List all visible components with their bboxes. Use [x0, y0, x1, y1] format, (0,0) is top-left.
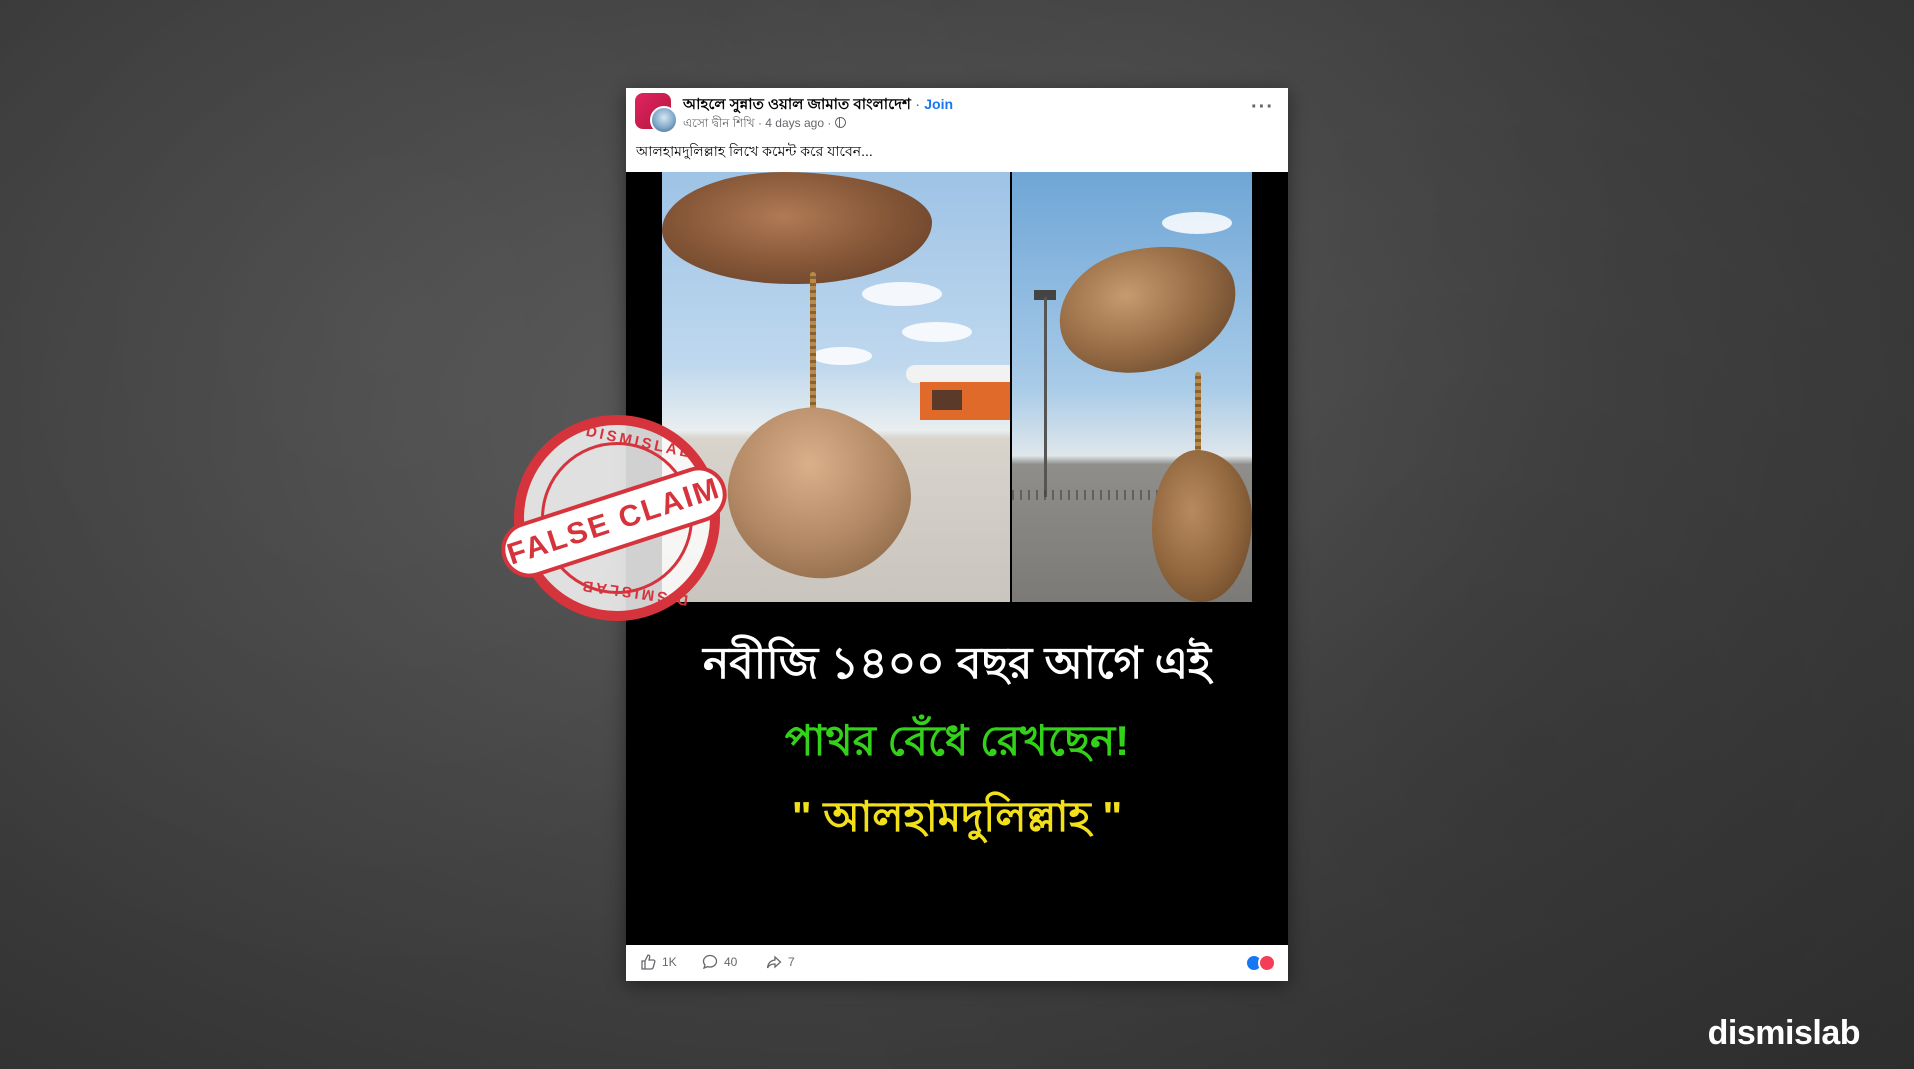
separator-dot: · [757, 116, 762, 130]
join-button[interactable]: Join [924, 96, 953, 112]
comment-icon [702, 954, 718, 970]
separator-dot: · [827, 116, 832, 130]
comment-count: 40 [724, 955, 738, 969]
like-count: 1K [662, 955, 677, 969]
post-header: আহলে সুন্নাত ওয়াল জামাত বাংলাদেশ · Join… [626, 88, 1288, 172]
share-count: 7 [788, 955, 795, 969]
post-footer: 1K 40 7 [626, 945, 1288, 981]
photo-right [1012, 172, 1252, 602]
like-button[interactable]: 1K [640, 954, 677, 970]
group-name[interactable]: আহলে সুন্নাত ওয়াল জামাত বাংলাদেশ [683, 96, 911, 113]
love-reaction-icon [1258, 954, 1276, 972]
author-avatar[interactable] [650, 106, 678, 134]
false-claim-stamp: DISMISLAB DISMISLAB FALSE CLAIM [494, 412, 734, 630]
share-icon [766, 955, 782, 969]
comment-button[interactable]: 40 [702, 954, 737, 970]
separator-dot: · [915, 96, 921, 113]
image-text-line2: পাথর বেঁধে রেখছেন! [784, 717, 1130, 764]
post-time[interactable]: 4 days ago [765, 116, 824, 130]
street-light [1044, 297, 1047, 497]
image-text-line3: " আলহামদুলিল্লাহ " [791, 793, 1123, 840]
share-button[interactable]: 7 [766, 954, 795, 970]
kiosk [906, 365, 1010, 383]
author-name[interactable]: এসো দ্বীন শিখি [683, 116, 755, 130]
like-icon [641, 954, 656, 970]
reaction-icons[interactable] [1245, 954, 1276, 972]
more-icon[interactable]: ··· [1251, 96, 1274, 119]
post-meta: এসো দ্বীন শিখি · 4 days ago · [683, 115, 846, 135]
image-text-line1: নবীজি ১৪০০ বছর আগে এই [702, 639, 1212, 688]
brand-logo: dismislab [1707, 1014, 1861, 1052]
globe-icon [834, 117, 846, 128]
post-caption: আলহামদুলিল্লাহ লিখে কমেন্ট করে যাবেন... [636, 143, 873, 159]
